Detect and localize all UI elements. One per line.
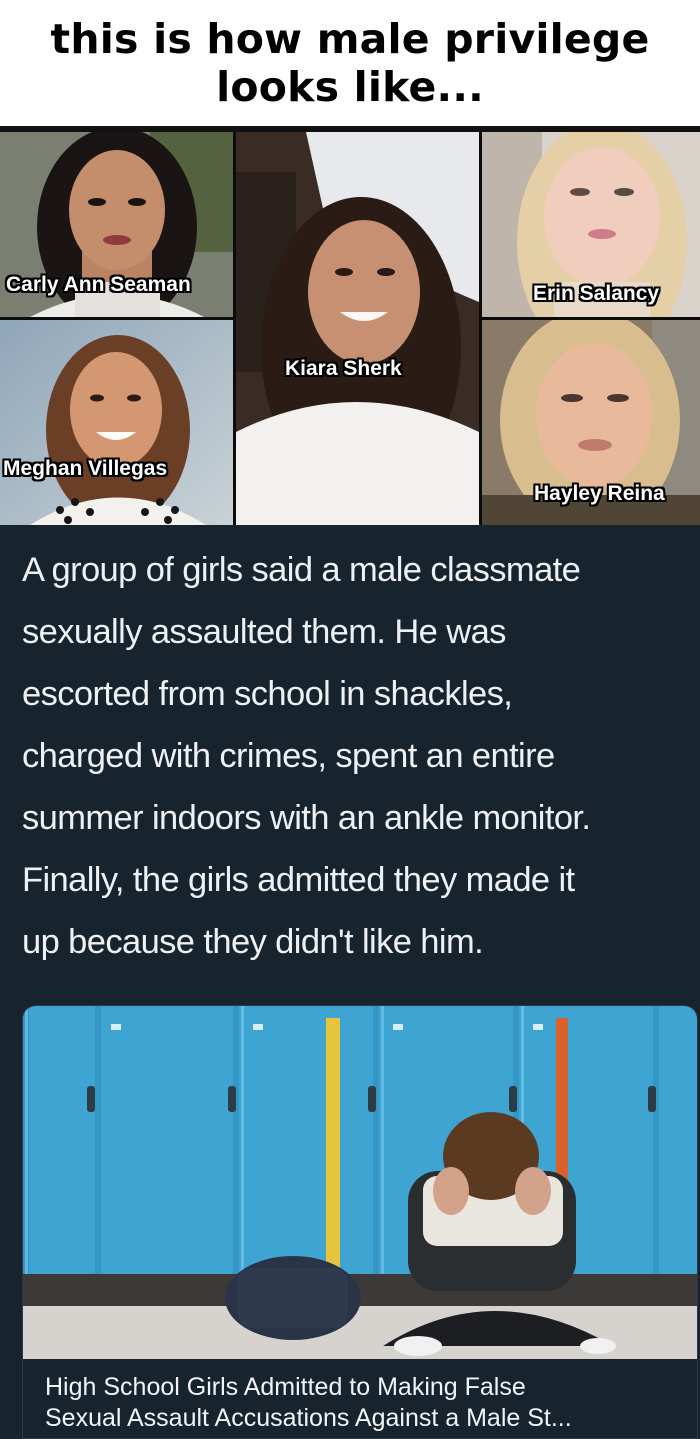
name-label-carly: Carly Ann Seaman — [6, 273, 191, 296]
photo-carly: Carly Ann Seaman — [0, 132, 233, 317]
caption-line-2: looks like... — [216, 63, 484, 111]
name-label-meghan: Meghan Villegas — [3, 457, 168, 480]
tweet-line: sexually assaulted them. He was — [22, 613, 506, 651]
tweet-line: up because they didn't like him. — [22, 923, 484, 961]
portrait-meghan — [0, 320, 233, 525]
photo-kiara: Kiara Sherk — [236, 132, 479, 525]
meme-page: this is how male privilege looks like...… — [0, 0, 700, 1439]
article-image[interactable] — [23, 1006, 698, 1359]
article-card[interactable]: High School Girls Admitted to Making Fal… — [22, 1005, 698, 1439]
caption-header: this is how male privilege looks like... — [0, 0, 700, 126]
photo-hayley: Hayley Reina — [482, 320, 700, 525]
tweet-line: charged with crimes, spent an entire — [22, 737, 555, 775]
name-label-kiara: Kiara Sherk — [285, 357, 402, 380]
caption-title: this is how male privilege looks like... — [51, 15, 650, 111]
photo-collage: Carly Ann Seaman Erin Salancy Meghan Vil… — [0, 132, 700, 525]
tweet-line: summer indoors with an ankle monitor. — [22, 799, 591, 837]
tweet-line: escorted from school in shackles, — [22, 675, 513, 713]
name-label-erin: Erin Salancy — [533, 282, 660, 305]
name-label-hayley: Hayley Reina — [534, 482, 665, 505]
photo-erin: Erin Salancy — [482, 132, 700, 317]
caption-line-1: this is how male privilege — [50, 15, 650, 63]
article-title-line-1: High School Girls Admitted to Making Fal… — [45, 1373, 526, 1401]
tweet-body: A group of girls said a male classmate s… — [0, 525, 700, 1005]
photo-meghan: Meghan Villegas — [0, 320, 233, 525]
article-title[interactable]: High School Girls Admitted to Making Fal… — [45, 1372, 685, 1434]
tweet-text: A group of girls said a male classmate s… — [22, 539, 694, 973]
tweet-line: Finally, the girls admitted they made it — [22, 861, 575, 899]
portrait-kiara — [236, 132, 479, 525]
article-title-line-2: Sexual Assault Accusations Against a Mal… — [45, 1404, 572, 1432]
tweet-line: A group of girls said a male classmate — [22, 551, 581, 589]
